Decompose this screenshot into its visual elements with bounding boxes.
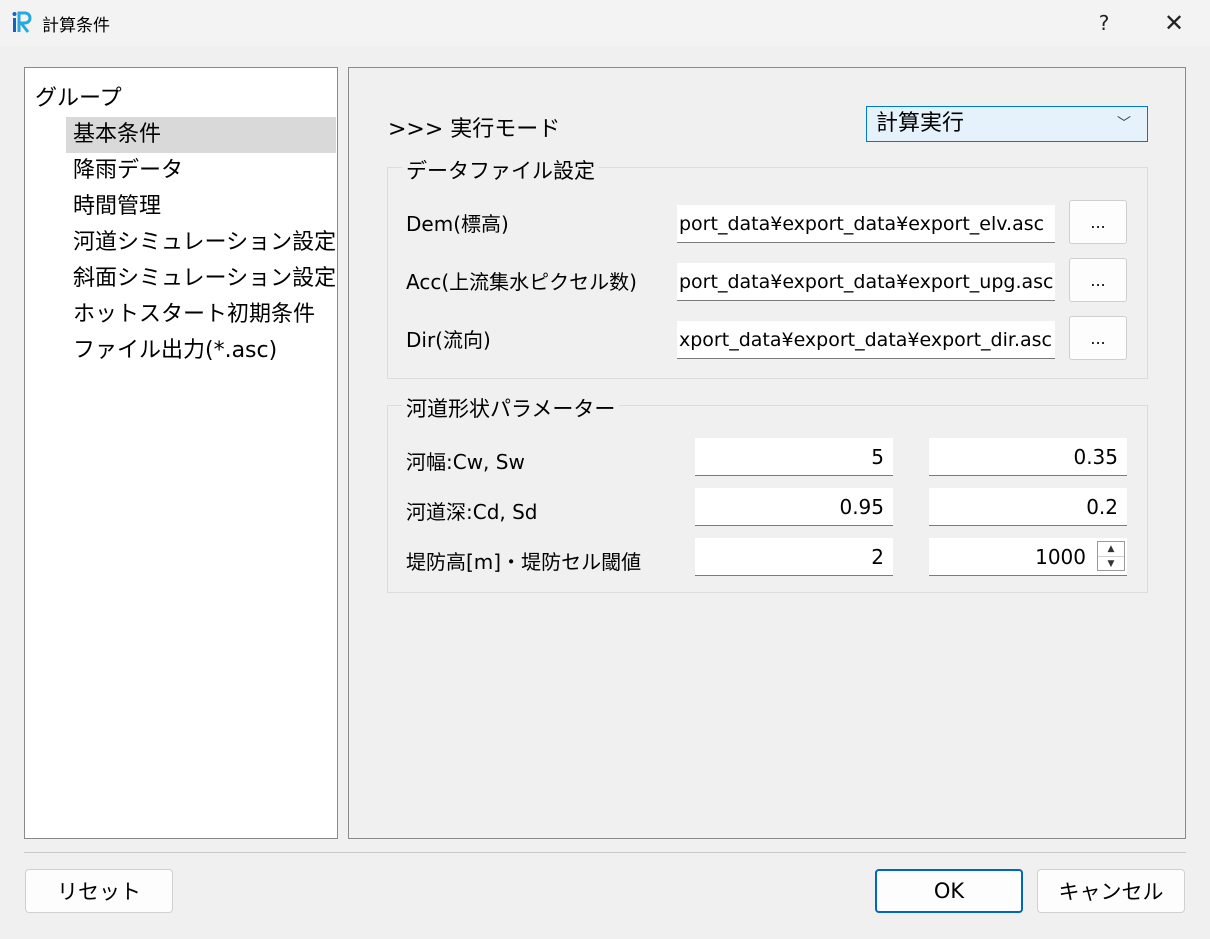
spin-down-icon[interactable]: ▼ [1098,557,1124,571]
close-button[interactable]: ✕ [1146,0,1202,46]
chevron-down-icon: ﹀ [1117,116,1131,132]
tree-item-hot-start[interactable]: ホットスタート初期条件 [66,297,336,333]
footer-separator [24,852,1186,853]
group-tree-panel: グループ 基本条件 降雨データ 時間管理 河道シミュレーション設定 斜面シミュレ… [24,67,338,839]
channel-depth-cd-input[interactable]: 0.95 [695,488,893,526]
tree-item-basic-conditions[interactable]: 基本条件 [66,117,336,153]
cancel-button[interactable]: キャンセル [1037,869,1185,913]
channel-width-label: 河幅:Cw, Sw [406,450,525,474]
dir-browse-button[interactable]: ... [1069,316,1127,360]
dem-browse-button[interactable]: ... [1069,200,1127,244]
tree-item-file-output[interactable]: ファイル出力(*.asc) [66,333,336,369]
dir-path-input[interactable]: xport_data¥export_data¥export_dir.asc [677,321,1055,359]
channel-depth-sd-input[interactable]: 0.2 [929,488,1127,526]
levee-height-input[interactable]: 2 [695,538,893,576]
title-bar: 計算条件 ? ✕ [0,0,1210,46]
tree-header: グループ [35,86,122,111]
help-button[interactable]: ? [1076,0,1132,46]
data-file-group-title: データファイル設定 [402,155,599,185]
tree-item-time-management[interactable]: 時間管理 [66,189,336,225]
tree-item-rainfall-data[interactable]: 降雨データ [66,153,336,189]
dir-label: Dir(流向) [406,328,491,352]
app-logo-icon [12,11,34,33]
ok-button[interactable]: OK [875,869,1023,913]
dem-path-input[interactable]: port_data¥export_data¥export_elv.asc [677,205,1055,243]
levee-cell-threshold-spinbox[interactable]: 1000 ▲ ▼ [929,538,1127,576]
acc-browse-button[interactable]: ... [1069,258,1127,302]
channel-depth-label: 河道深:Cd, Sd [406,500,538,524]
channel-width-cw-input[interactable]: 5 [695,438,893,476]
reset-button[interactable]: リセット [25,869,173,913]
dem-label: Dem(標高) [406,212,509,236]
acc-path-input[interactable]: port_data¥export_data¥export_upg.asc [677,263,1055,301]
channel-width-sw-input[interactable]: 0.35 [929,438,1127,476]
window-title: 計算条件 [42,16,110,36]
acc-label: Acc(上流集水ピクセル数) [406,270,637,294]
execution-mode-value: 計算実行 [876,111,965,136]
tree-item-channel-simulation[interactable]: 河道シミュレーション設定 [66,225,336,261]
levee-cell-threshold-value: 1000 [1035,545,1086,569]
levee-height-label: 堤防高[m]・堤防セル閾値 [406,550,642,574]
tree-item-slope-simulation[interactable]: 斜面シミュレーション設定 [66,261,336,297]
execution-mode-select[interactable]: 計算実行 ﹀ [866,106,1148,142]
channel-params-group-title: 河道形状パラメーター [402,393,620,423]
spin-buttons[interactable]: ▲ ▼ [1097,541,1125,571]
execution-mode-label: >>> 実行モード [388,117,561,142]
